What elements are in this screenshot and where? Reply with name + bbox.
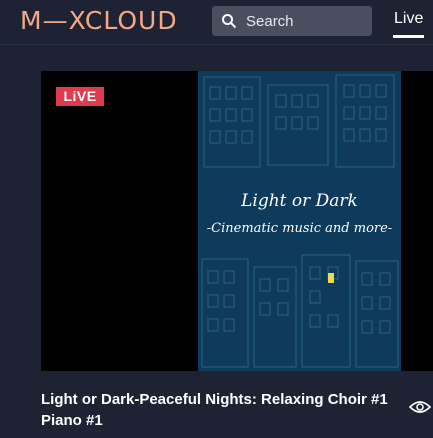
- eye-icon: [409, 401, 431, 413]
- header-divider: [0, 44, 433, 45]
- search-bar[interactable]: Search: [212, 6, 372, 36]
- mixcloud-logo[interactable]: M—XCLOUD: [20, 4, 178, 38]
- cover-artwork: Light or Dark -Cinematic music and more-: [198, 71, 401, 371]
- stream-title[interactable]: Light or Dark-Peaceful Nights: Relaxing …: [41, 389, 401, 431]
- top-header: M—XCLOUD Search Live: [0, 0, 433, 44]
- nav-live-active-indicator: [393, 35, 424, 38]
- search-input[interactable]: Search: [246, 13, 294, 30]
- nav-live-link[interactable]: Live: [394, 10, 423, 28]
- lit-window: [328, 273, 334, 283]
- search-icon: [222, 14, 237, 29]
- cover-title: Light or Dark: [241, 191, 358, 211]
- live-badge: LiVE: [56, 87, 104, 106]
- cover-subtitle: -Cinematic music and more-: [206, 221, 393, 236]
